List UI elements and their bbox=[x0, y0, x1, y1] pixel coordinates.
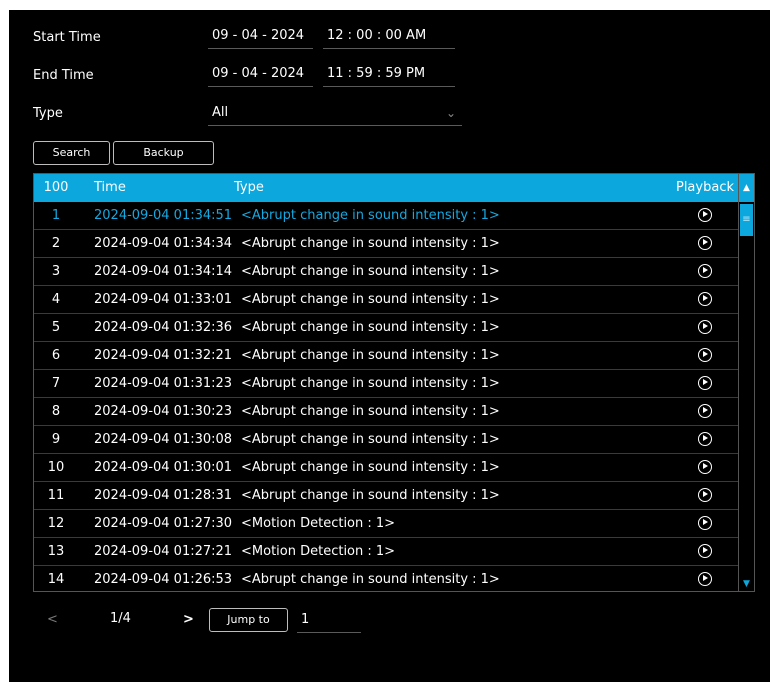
row-type: <Abrupt change in sound intensity : 1> bbox=[241, 376, 500, 391]
table-row[interactable]: 11 2024-09-04 01:28:31 <Abrupt change in s… bbox=[34, 482, 738, 510]
row-number: 6 bbox=[51, 348, 61, 363]
event-table: 100 Time Type Playback 1 2024-09-04 01:34… bbox=[33, 173, 755, 592]
row-time: 2024-09-04 01:32:36 bbox=[94, 320, 233, 335]
row-number: 12 bbox=[47, 516, 65, 531]
row-time: 2024-09-04 01:30:08 bbox=[94, 432, 233, 447]
row-time: 2024-09-04 01:34:34 bbox=[94, 236, 233, 251]
start-date-field[interactable]: 09 - 04 - 2024 bbox=[208, 23, 313, 49]
end-date-field[interactable]: 09 - 04 - 2024 bbox=[208, 61, 313, 87]
row-number: 14 bbox=[47, 572, 65, 587]
row-number: 7 bbox=[51, 376, 61, 391]
row-type: <Abrupt change in sound intensity : 1> bbox=[241, 572, 500, 587]
row-time: 2024-09-04 01:34:14 bbox=[94, 264, 233, 279]
row-number: 8 bbox=[51, 404, 61, 419]
table-scrollbar[interactable]: ▲ ≡ ▼ bbox=[738, 174, 754, 591]
row-number: 3 bbox=[51, 264, 61, 279]
row-number: 2 bbox=[51, 236, 61, 251]
row-time: 2024-09-04 01:32:21 bbox=[94, 348, 233, 363]
jump-to-button[interactable]: Jump to bbox=[209, 608, 288, 632]
page-indicator: 1/4 bbox=[110, 611, 131, 626]
play-circle-icon[interactable] bbox=[698, 404, 712, 418]
row-time: 2024-09-04 01:26:53 bbox=[94, 572, 233, 587]
play-circle-icon[interactable] bbox=[698, 320, 712, 334]
type-select[interactable]: All ⌄ bbox=[208, 100, 462, 126]
table-header: 100 Time Type Playback bbox=[34, 174, 738, 202]
type-label: Type bbox=[33, 106, 63, 121]
table-row[interactable]: 5 2024-09-04 01:32:36 <Abrupt change in so… bbox=[34, 314, 738, 342]
row-number: 10 bbox=[47, 460, 65, 475]
row-type: <Abrupt change in sound intensity : 1> bbox=[241, 208, 500, 223]
play-circle-icon[interactable] bbox=[698, 236, 712, 250]
table-row[interactable]: 14 2024-09-04 01:26:53 <Abrupt change in s… bbox=[34, 566, 738, 591]
table-row[interactable]: 6 2024-09-04 01:32:21 <Abrupt change in so… bbox=[34, 342, 738, 370]
start-time-field[interactable]: 12 : 00 : 00 AM bbox=[323, 23, 455, 49]
table-row[interactable]: 4 2024-09-04 01:33:01 <Abrupt change in so… bbox=[34, 286, 738, 314]
table-row[interactable]: 1 2024-09-04 01:34:51 <Abrupt change in so… bbox=[34, 202, 738, 230]
row-type: <Abrupt change in sound intensity : 1> bbox=[241, 432, 500, 447]
table-row[interactable]: 12 2024-09-04 01:27:30 <Motion Detection :… bbox=[34, 510, 738, 538]
search-button[interactable]: Search bbox=[33, 141, 110, 165]
table-row[interactable]: 3 2024-09-04 01:34:14 <Abrupt change in so… bbox=[34, 258, 738, 286]
table-row[interactable]: 10 2024-09-04 01:30:01 <Abrupt change in s… bbox=[34, 454, 738, 482]
table-row[interactable]: 8 2024-09-04 01:30:23 <Abrupt change in so… bbox=[34, 398, 738, 426]
scroll-down-arrow-icon[interactable]: ▼ bbox=[739, 577, 754, 591]
play-circle-icon[interactable] bbox=[698, 376, 712, 390]
start-time-label: Start Time bbox=[33, 30, 101, 45]
backup-button[interactable]: Backup bbox=[113, 141, 214, 165]
row-time: 2024-09-04 01:30:01 bbox=[94, 460, 233, 475]
play-circle-icon[interactable] bbox=[698, 460, 712, 474]
playback-search-panel: Start Time 09 - 04 - 2024 12 : 00 : 00 A… bbox=[9, 10, 770, 682]
row-time: 2024-09-04 01:31:23 bbox=[94, 376, 233, 391]
row-time: 2024-09-04 01:30:23 bbox=[94, 404, 233, 419]
play-circle-icon[interactable] bbox=[698, 348, 712, 362]
play-circle-icon[interactable] bbox=[698, 488, 712, 502]
header-time[interactable]: Time bbox=[94, 174, 126, 202]
header-type[interactable]: Type bbox=[234, 174, 264, 202]
row-number: 1 bbox=[51, 208, 61, 223]
row-time: 2024-09-04 01:27:21 bbox=[94, 544, 233, 559]
row-time: 2024-09-04 01:27:30 bbox=[94, 516, 233, 531]
row-type: <Abrupt change in sound intensity : 1> bbox=[241, 404, 500, 419]
row-number: 5 bbox=[51, 320, 61, 335]
play-circle-icon[interactable] bbox=[698, 432, 712, 446]
prev-page-button[interactable]: < bbox=[47, 612, 58, 627]
scroll-up-arrow-icon[interactable]: ▲ bbox=[739, 174, 754, 202]
play-circle-icon[interactable] bbox=[698, 292, 712, 306]
play-circle-icon[interactable] bbox=[698, 208, 712, 222]
row-type: <Abrupt change in sound intensity : 1> bbox=[241, 264, 500, 279]
play-circle-icon[interactable] bbox=[698, 544, 712, 558]
row-number: 11 bbox=[47, 488, 65, 503]
scroll-thumb[interactable]: ≡ bbox=[740, 204, 753, 236]
row-number: 13 bbox=[47, 544, 65, 559]
row-type: <Abrupt change in sound intensity : 1> bbox=[241, 488, 500, 503]
table-row[interactable]: 2 2024-09-04 01:34:34 <Abrupt change in so… bbox=[34, 230, 738, 258]
row-time: 2024-09-04 01:34:51 bbox=[94, 208, 233, 223]
end-time-field[interactable]: 11 : 59 : 59 PM bbox=[323, 61, 455, 87]
table-row[interactable]: 13 2024-09-04 01:27:21 <Motion Detection :… bbox=[34, 538, 738, 566]
row-type: <Motion Detection : 1> bbox=[241, 516, 396, 531]
play-circle-icon[interactable] bbox=[698, 516, 712, 530]
header-playback: Playback bbox=[675, 180, 734, 195]
row-time: 2024-09-04 01:33:01 bbox=[94, 292, 233, 307]
row-number: 9 bbox=[51, 432, 61, 447]
table-row[interactable]: 9 2024-09-04 01:30:08 <Abrupt change in so… bbox=[34, 426, 738, 454]
play-circle-icon[interactable] bbox=[698, 264, 712, 278]
row-type: <Abrupt change in sound intensity : 1> bbox=[241, 320, 500, 335]
row-type: <Abrupt change in sound intensity : 1> bbox=[241, 348, 500, 363]
jump-page-input[interactable]: 1 bbox=[297, 607, 361, 633]
row-type: <Abrupt change in sound intensity : 1> bbox=[241, 460, 500, 475]
table-rows: 1 2024-09-04 01:34:51 <Abrupt change in so… bbox=[34, 202, 738, 591]
next-page-button[interactable]: > bbox=[183, 612, 194, 627]
row-type: <Motion Detection : 1> bbox=[241, 544, 396, 559]
end-time-label: End Time bbox=[33, 68, 94, 83]
header-count: 100 bbox=[43, 180, 69, 195]
row-type: <Abrupt change in sound intensity : 1> bbox=[241, 236, 500, 251]
play-circle-icon[interactable] bbox=[698, 572, 712, 586]
row-type: <Abrupt change in sound intensity : 1> bbox=[241, 292, 500, 307]
table-row[interactable]: 7 2024-09-04 01:31:23 <Abrupt change in so… bbox=[34, 370, 738, 398]
row-number: 4 bbox=[51, 292, 61, 307]
chevron-down-icon: ⌄ bbox=[445, 106, 456, 120]
row-time: 2024-09-04 01:28:31 bbox=[94, 488, 233, 503]
